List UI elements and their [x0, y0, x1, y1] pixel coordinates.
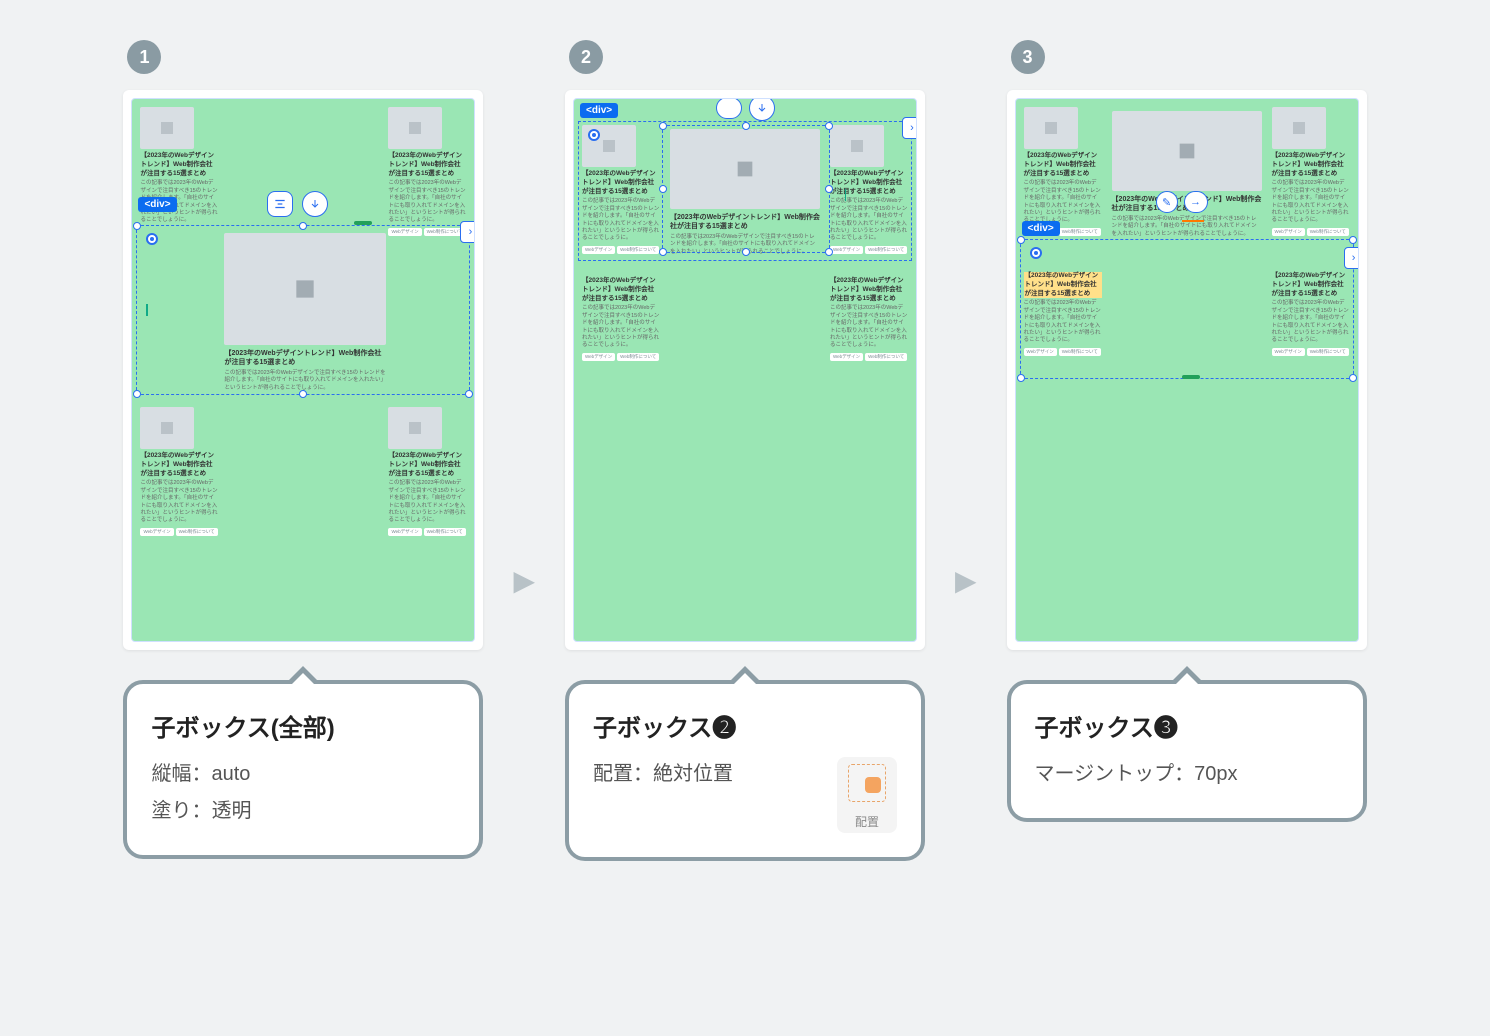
right-button[interactable]: → — [1184, 191, 1208, 213]
target-indicator — [1030, 247, 1042, 259]
caption-line: 配置：絶対位置 — [593, 757, 821, 786]
step-3: 3 【2023年のWebデザイントレンド】Web制作会社が注目する15選まとめ … — [1007, 40, 1367, 822]
expand-right-handle[interactable]: › — [1344, 247, 1359, 269]
toolbar-button[interactable]: ✎ — [1156, 191, 1178, 213]
resize-handle[interactable] — [354, 221, 372, 225]
step-badge-3: 3 — [1011, 40, 1045, 74]
article-card: 【2023年のWebデザイントレンド】Web制作会社が注目する15選まとめ この… — [140, 407, 218, 536]
step-badge-2: 2 — [569, 40, 603, 74]
article-card: 【2023年のWebデザイントレンド】Web制作会社が注目する15選まとめ この… — [1272, 107, 1350, 236]
down-button[interactable] — [749, 98, 775, 121]
selection-outline-inner — [662, 125, 830, 253]
article-card: 【2023年のWebデザイントレンド】Web制作会社が注目する15選まとめ この… — [1024, 107, 1102, 236]
down-button[interactable] — [302, 191, 328, 217]
position-icon: 配置 — [837, 757, 897, 833]
toolbar-button[interactable] — [716, 98, 742, 119]
caption-line: マージントップ：70px — [1035, 757, 1339, 786]
selection-outline — [136, 225, 470, 395]
caption-title: 子ボックス(全部) — [151, 708, 455, 743]
step-2: 2 <div> › 【2023年のWebデザイントレンド】Web制作会社が注目す… — [565, 40, 925, 861]
editor-mockup-2: <div> › 【2023年のWebデザイントレンド】Web制作会社が注目する1… — [565, 90, 925, 650]
step-badge-1: 1 — [127, 40, 161, 74]
editor-mockup-3: 【2023年のWebデザイントレンド】Web制作会社が注目する15選まとめ この… — [1007, 90, 1367, 650]
position-icon-label: 配置 — [855, 813, 879, 830]
div-tag-label: <div> — [580, 103, 618, 118]
caption-title: 子ボックス❷ — [593, 708, 897, 743]
target-indicator — [588, 129, 600, 141]
warning-underline — [1182, 220, 1204, 222]
div-tag-label: <div> — [138, 197, 176, 212]
div-tag-label: <div> — [1022, 221, 1060, 236]
article-card: 【2023年のWebデザイントレンド】Web制作会社が注目する15選まとめ この… — [388, 407, 466, 536]
text-caret — [845, 189, 847, 201]
text-caret — [146, 304, 148, 316]
step-1: 1 【2023年のWebデザイントレンド】Web制作会社が注目する15選まとめ … — [123, 40, 483, 859]
editor-mockup-1: 【2023年のWebデザイントレンド】Web制作会社が注目する15選まとめ この… — [123, 90, 483, 650]
expand-right-handle[interactable]: › — [460, 221, 475, 243]
caption-title: 子ボックス❸ — [1035, 708, 1339, 743]
step-caption-2: 子ボックス❷ 配置：絶対位置 配置 — [565, 680, 925, 861]
selection-outline — [1020, 239, 1354, 379]
tutorial-steps-row: 1 【2023年のWebデザイントレンド】Web制作会社が注目する15選まとめ … — [20, 40, 1470, 861]
resize-handle[interactable] — [1182, 375, 1200, 379]
step-caption-3: 子ボックス❸ マージントップ：70px — [1007, 680, 1367, 822]
chevron-right-icon: ▶ — [513, 564, 535, 597]
article-card: 【2023年のWebデザイントレンド】Web制作会社が注目する15選まとめ この… — [830, 274, 908, 361]
caption-line: 塗り：透明 — [151, 794, 455, 823]
chevron-right-icon: ▶ — [955, 564, 977, 597]
expand-right-handle[interactable]: › — [902, 117, 917, 139]
article-card: 【2023年のWebデザイントレンド】Web制作会社が注目する15選まとめ この… — [582, 274, 660, 361]
article-card: 【2023年のWebデザイントレンド】Web制作会社が注目する15選まとめ この… — [388, 107, 466, 236]
align-button[interactable] — [267, 191, 293, 217]
step-caption-1: 子ボックス(全部) 縦幅：auto 塗り：透明 — [123, 680, 483, 859]
caption-line: 縦幅：auto — [151, 757, 455, 786]
